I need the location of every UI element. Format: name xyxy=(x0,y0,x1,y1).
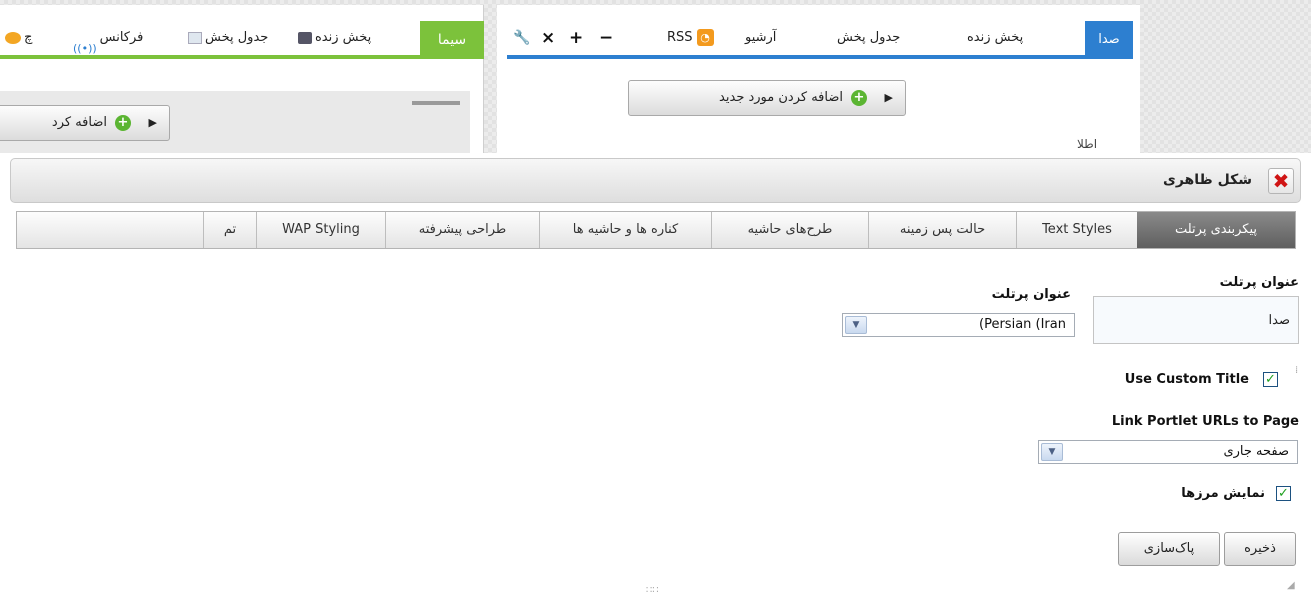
tab-rss[interactable]: RSS ◔ xyxy=(667,21,714,55)
tab-chat[interactable]: چ xyxy=(2,21,32,55)
tab-border-styles[interactable]: طرح‌های حاشیه xyxy=(711,212,868,248)
play-icon: ▶ xyxy=(884,91,893,104)
tab-live-broadcast[interactable]: پخش زنده xyxy=(967,21,1023,55)
use-custom-title-checkbox[interactable]: ✓ xyxy=(1263,372,1278,387)
tab-portlet-configuration[interactable]: پیکربندی پرتلت xyxy=(1137,212,1295,248)
info-label: اطلا xyxy=(1077,137,1098,151)
tab-label: RSS xyxy=(667,30,693,45)
add-item-button[interactable]: ▶ + اضافه کرد xyxy=(0,105,170,141)
add-new-item-button[interactable]: ▶ + اضافه کردن مورد جدید xyxy=(628,80,906,116)
language-select[interactable]: ▼ (Persian (Iran xyxy=(842,313,1075,337)
minimize-icon[interactable]: − xyxy=(599,21,613,55)
resize-grip-icon[interactable]: ◢ xyxy=(1287,580,1295,591)
wrench-icon[interactable]: 🔧 xyxy=(513,21,530,55)
play-icon: ▶ xyxy=(148,116,157,129)
tab-archive[interactable]: آرشیو xyxy=(745,21,776,55)
add-button-label: اضافه کرد xyxy=(51,115,107,130)
drag-grip-icon: ⁞ xyxy=(1295,365,1299,376)
tab-schedule[interactable]: جدول پخش xyxy=(185,21,268,55)
portal-background: سیما پخش زنده جدول پخش ((•))فرکانس چ ▶ +… xyxy=(0,0,1311,155)
sima-tab-bar: سیما پخش زنده جدول پخش ((•))فرکانس چ xyxy=(0,21,484,59)
language-value: (Persian (Iran xyxy=(979,317,1066,332)
show-borders-checkbox[interactable]: ✓ xyxy=(1276,486,1291,501)
portlet-seda: صدا پخش زنده جدول پخش آرشیو RSS ◔ − + × 🔧… xyxy=(497,5,1140,155)
signal-icon: ((•)) xyxy=(73,41,97,55)
rss-icon: ◔ xyxy=(696,29,714,46)
tab-wap-styling[interactable]: WAP Styling xyxy=(256,212,385,248)
tab-sima[interactable]: سیما xyxy=(420,21,484,59)
link-urls-select[interactable]: ▼ صفحه جاری xyxy=(1038,440,1298,464)
close-icon[interactable]: × xyxy=(541,21,555,55)
show-borders-label: نمایش مرزها xyxy=(1181,486,1265,501)
chat-icon xyxy=(5,31,21,44)
tab-margin-and-padding[interactable]: کناره ها و حاشیه ها xyxy=(539,212,711,248)
add-icon: + xyxy=(115,115,131,131)
tab-label: جدول پخش xyxy=(205,30,269,45)
portlet-title-label: عنوان پرتلت xyxy=(1219,275,1299,290)
add-icon: + xyxy=(851,90,867,106)
look-and-feel-dialog: ✖ شکل ظاهری پیکربندی پرتلت Text Styles ح… xyxy=(0,153,1311,595)
reset-button[interactable]: پاک‌سازی xyxy=(1118,532,1220,566)
tab-label: پخش زنده xyxy=(315,30,372,45)
tv-icon xyxy=(298,31,312,44)
chevron-down-icon[interactable]: ▼ xyxy=(845,316,867,334)
seda-tab-bar: صدا پخش زنده جدول پخش آرشیو RSS ◔ − + × 🔧 xyxy=(507,21,1133,59)
tab-frequency[interactable]: ((•))فرکانس xyxy=(70,21,143,55)
sima-body: ▶ + اضافه کرد xyxy=(0,91,470,155)
tab-advanced-styling[interactable]: طراحی پیشرفته xyxy=(385,212,539,248)
tab-label: چ xyxy=(24,30,33,45)
tab-seda[interactable]: صدا xyxy=(1085,21,1133,59)
add-button-label: اضافه کردن مورد جدید xyxy=(719,90,843,105)
dialog-title: شکل ظاهری xyxy=(1163,172,1252,188)
tab-schedule[interactable]: جدول پخش xyxy=(837,21,900,55)
tab-live-broadcast[interactable]: پخش زنده xyxy=(295,21,371,55)
drag-handle[interactable] xyxy=(412,101,460,105)
close-icon[interactable]: ✖ xyxy=(1268,168,1294,194)
tab-label: فرکانس xyxy=(99,30,144,45)
language-label: عنوان پرتلت xyxy=(991,287,1071,302)
chevron-down-icon[interactable]: ▼ xyxy=(1041,443,1063,461)
portlet-sima: سیما پخش زنده جدول پخش ((•))فرکانس چ ▶ +… xyxy=(0,5,484,155)
tab-theme[interactable]: تم xyxy=(203,212,256,248)
portlet-title-input[interactable] xyxy=(1093,296,1299,344)
dialog-titlebar: ✖ شکل ظاهری xyxy=(10,158,1301,203)
use-custom-title-label: Use Custom Title xyxy=(1124,372,1249,387)
tab-text-styles[interactable]: Text Styles xyxy=(1016,212,1137,248)
calendar-icon xyxy=(188,31,202,44)
maximize-icon[interactable]: + xyxy=(569,21,583,55)
splitter-handle[interactable]: ∷∷ xyxy=(646,585,659,595)
dialog-tab-bar: پیکربندی پرتلت Text Styles حالت پس زمینه… xyxy=(16,211,1296,249)
link-urls-value: صفحه جاری xyxy=(1223,444,1289,459)
link-urls-label: Link Portlet URLs to Page xyxy=(1111,414,1299,429)
tab-background-styles[interactable]: حالت پس زمینه xyxy=(868,212,1016,248)
save-button[interactable]: ذخیره xyxy=(1224,532,1296,566)
